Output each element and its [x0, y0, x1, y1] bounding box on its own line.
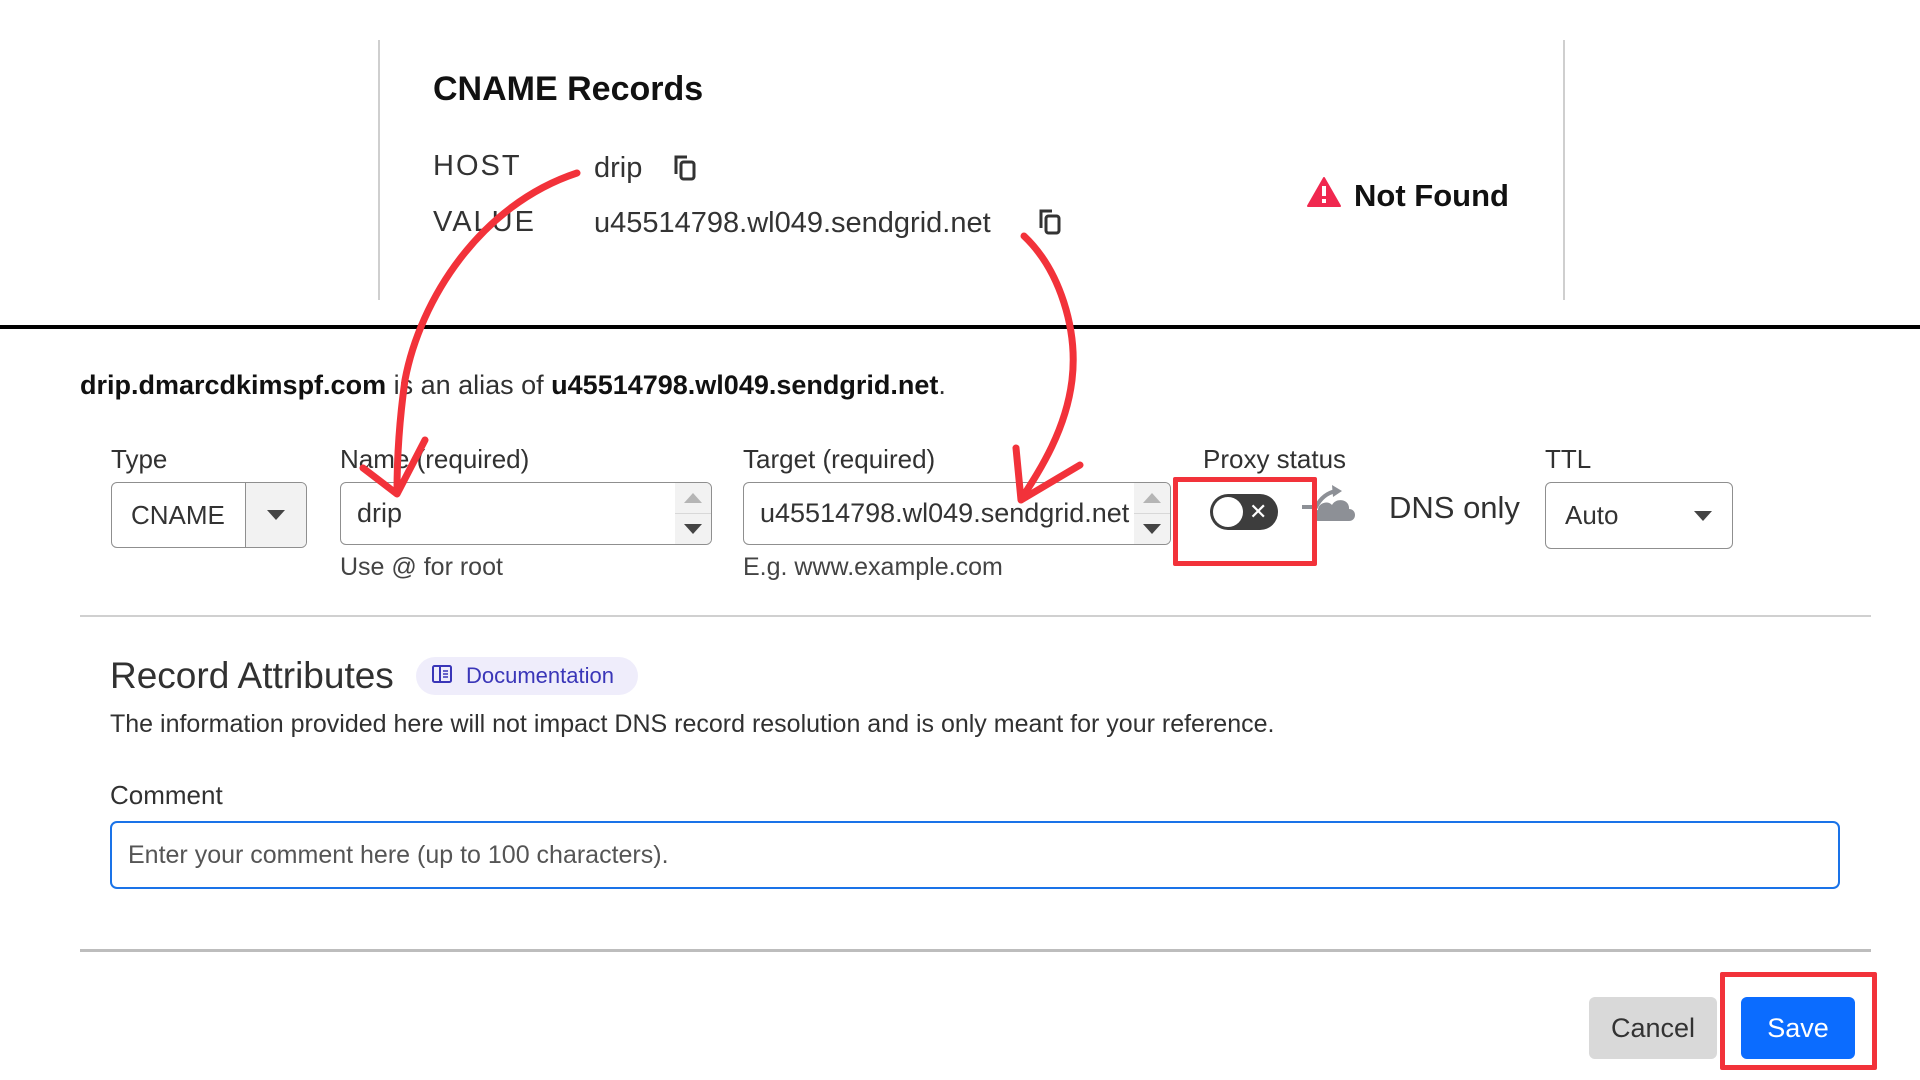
- chevron-down-icon: [1694, 510, 1712, 521]
- documentation-link[interactable]: Documentation: [416, 657, 638, 695]
- value-value: u45514798.wl049.sendgrid.net: [594, 207, 991, 239]
- copy-value-icon[interactable]: [1038, 208, 1064, 236]
- host-value: drip: [594, 152, 643, 184]
- cancel-button[interactable]: Cancel: [1589, 997, 1717, 1059]
- target-spinner[interactable]: [1134, 483, 1170, 544]
- close-icon: ✕: [1249, 499, 1268, 524]
- name-input[interactable]: drip: [340, 482, 712, 545]
- comment-label: Comment: [110, 780, 223, 810]
- arrow-down-icon: [1143, 524, 1161, 534]
- type-select[interactable]: CNAME: [111, 482, 307, 548]
- documentation-link-label: Documentation: [466, 663, 614, 688]
- alias-middle: is an alias of: [386, 370, 552, 400]
- record-attributes-description: The information provided here will not i…: [110, 710, 1275, 738]
- chevron-down-icon: [267, 510, 285, 520]
- name-spinner-up[interactable]: [675, 483, 711, 513]
- warning-triangle-icon: [1306, 176, 1342, 216]
- copy-host-icon[interactable]: [673, 154, 699, 182]
- card-title: CNAME Records: [433, 70, 704, 108]
- book-icon: [432, 664, 452, 688]
- record-status: Not Found: [1306, 176, 1509, 216]
- toggle-knob: [1213, 497, 1243, 527]
- type-select-value: CNAME: [131, 499, 225, 530]
- type-label: Type: [111, 444, 168, 474]
- name-input-value[interactable]: drip: [341, 483, 675, 544]
- ttl-select-value: Auto: [1565, 500, 1619, 530]
- record-attributes-title: Record Attributes: [110, 655, 394, 696]
- comment-input[interactable]: [110, 821, 1840, 889]
- ttl-select[interactable]: Auto: [1545, 482, 1733, 549]
- proxy-status-label: Proxy status: [1203, 444, 1347, 474]
- footer-divider: [80, 949, 1871, 952]
- name-hint: Use @ for root: [340, 553, 503, 581]
- save-button[interactable]: Save: [1741, 997, 1855, 1059]
- section-divider: [0, 325, 1920, 329]
- target-spinner-up[interactable]: [1134, 483, 1170, 513]
- value-label: VALUE: [433, 206, 536, 238]
- alias-target: u45514798.wl049.sendgrid.net: [551, 370, 939, 400]
- proxy-status-toggle[interactable]: ✕: [1210, 494, 1278, 530]
- card-right-border: [1563, 40, 1565, 300]
- target-spinner-down[interactable]: [1134, 513, 1170, 544]
- arrow-up-icon: [684, 493, 702, 503]
- arrow-value-to-target: [1012, 232, 1084, 504]
- card-left-border: [378, 40, 380, 300]
- alias-name: drip.dmarcdkimspf.com: [80, 370, 387, 400]
- target-hint: E.g. www.example.com: [743, 553, 1003, 581]
- alias-end: .: [938, 370, 946, 400]
- status-text: Not Found: [1354, 178, 1509, 213]
- proxy-state-text: DNS only: [1389, 490, 1520, 525]
- alias-sentence: drip.dmarcdkimspf.com is an alias of u45…: [80, 370, 946, 401]
- name-label: Name (required): [340, 444, 530, 474]
- arrow-up-icon: [1143, 493, 1161, 503]
- target-label: Target (required): [743, 444, 936, 474]
- host-label: HOST: [433, 150, 522, 182]
- target-input-value[interactable]: u45514798.wl049.sendgrid.net: [744, 483, 1134, 544]
- target-input[interactable]: u45514798.wl049.sendgrid.net: [743, 482, 1171, 545]
- ttl-label: TTL: [1545, 444, 1592, 474]
- name-spinner[interactable]: [675, 483, 711, 544]
- arrow-down-icon: [684, 524, 702, 534]
- dns-only-cloud-icon: [1300, 483, 1360, 528]
- type-select-toggle[interactable]: [245, 483, 306, 547]
- form-divider: [80, 615, 1871, 617]
- name-spinner-down[interactable]: [675, 513, 711, 544]
